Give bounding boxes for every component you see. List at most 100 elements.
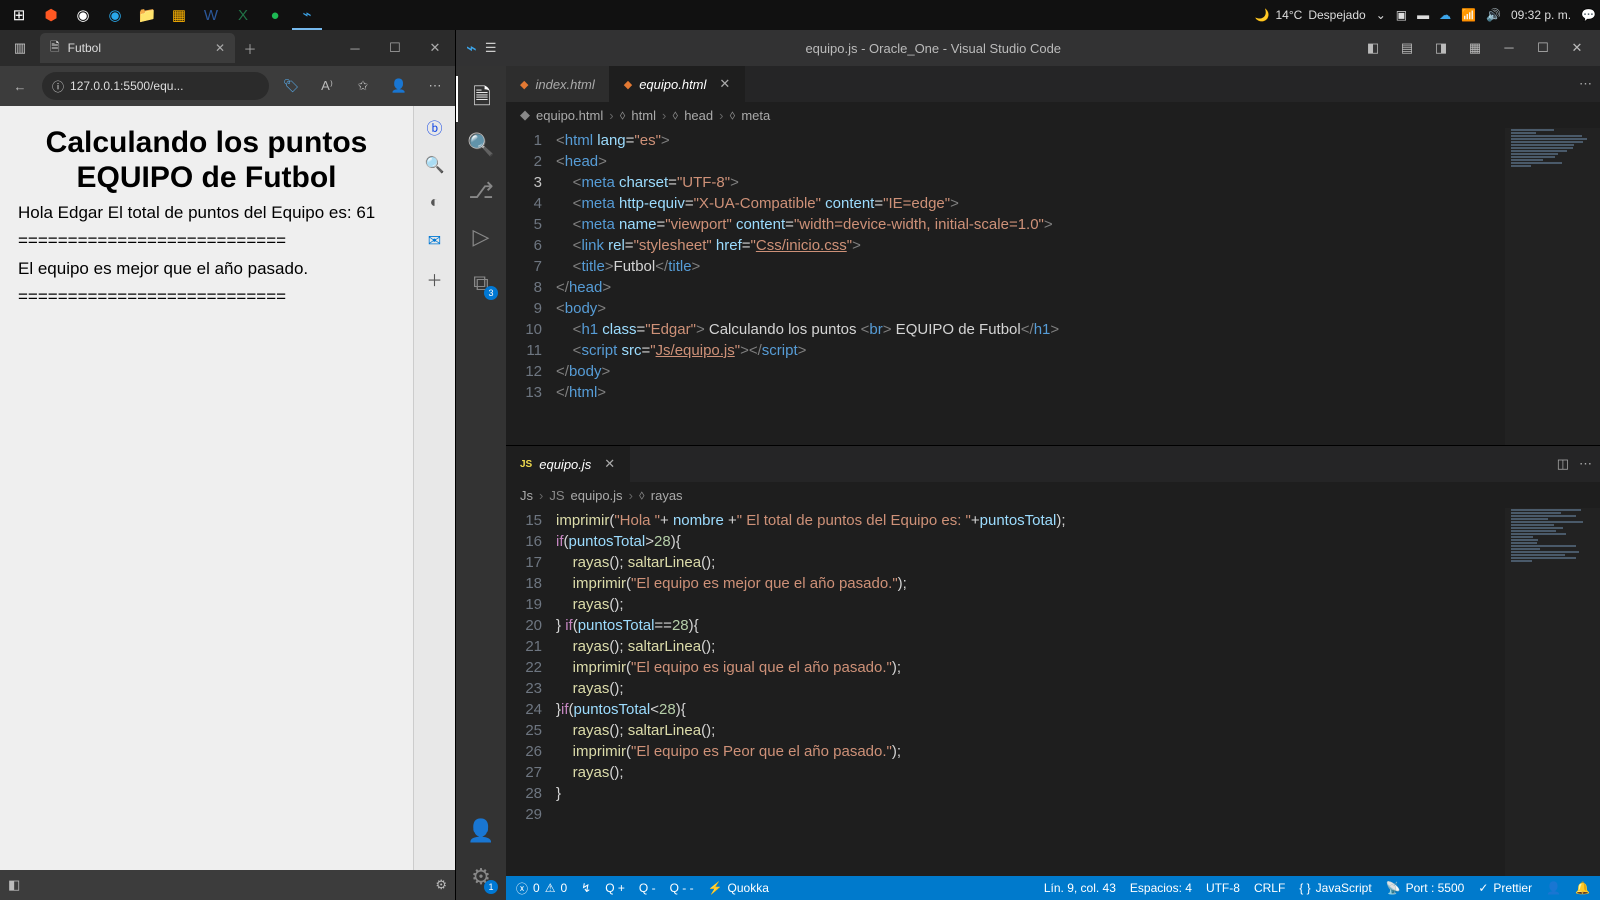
line-gutter: 12345678910111213	[506, 128, 556, 445]
search-icon[interactable]: 🔍	[418, 148, 452, 182]
taskbar: ⊞ ⬢ ◉ ◉ 📁 ▦ W X ● ⌁ 🌙 14°C Despejado ⌄ ▣…	[0, 0, 1600, 30]
error-icon: ⓧ	[516, 880, 528, 897]
sublime-icon[interactable]: ▦	[164, 0, 194, 30]
status-feedback-icon[interactable]: 👤	[1546, 881, 1561, 895]
minimap[interactable]	[1505, 508, 1600, 876]
tag-icon[interactable]: 🏷	[277, 72, 305, 100]
maximize-button[interactable]: ☐	[1530, 40, 1556, 56]
page-heading: Calculando los puntos EQUIPO de Futbol	[18, 126, 395, 195]
excel-icon[interactable]: X	[228, 0, 258, 30]
minimize-button[interactable]: ─	[1496, 40, 1522, 56]
more-icon[interactable]: ⋯	[421, 72, 449, 100]
onedrive-icon[interactable]: ☁	[1439, 8, 1451, 22]
favorite-icon[interactable]: ✩	[349, 72, 377, 100]
tray-icon[interactable]: ▣	[1396, 8, 1407, 22]
extensions-icon[interactable]: ⧉3	[456, 260, 506, 306]
window-title: equipo.js - Oracle_One - Visual Studio C…	[507, 41, 1361, 56]
status-position[interactable]: Lín. 9, col. 43	[1044, 881, 1116, 895]
maximize-button[interactable]: ☐	[375, 33, 415, 63]
spotify-icon[interactable]: ●	[260, 0, 290, 30]
status-q-minus[interactable]: Q -	[639, 881, 656, 895]
weather-widget[interactable]: 🌙 14°C Despejado	[1255, 8, 1366, 22]
tab-bar: ◆index.html◆ equipo.html ✕ ⋯	[506, 66, 1600, 102]
status-encoding[interactable]: UTF-8	[1206, 881, 1240, 895]
code-editor[interactable]: 151617181920212223242526272829 imprimir(…	[506, 508, 1600, 876]
edge-icon[interactable]: ◉	[100, 0, 130, 30]
minimap[interactable]	[1505, 128, 1600, 445]
new-tab-button[interactable]: ＋	[235, 39, 265, 58]
more-icon[interactable]: ⋯	[1579, 76, 1592, 92]
profile-icon[interactable]: 👤	[385, 72, 413, 100]
layout-icon[interactable]: ▦	[1462, 40, 1488, 56]
battery-icon[interactable]: ▬	[1417, 8, 1429, 22]
edge-window: ▥ 🗎 Futbol ✕ ＋ ─ ☐ ✕ ← ⓘ 127.0.0.1:5500/…	[0, 30, 456, 900]
layout-icon[interactable]: ◨	[1428, 40, 1454, 56]
status-q-dd[interactable]: Q - -	[670, 881, 694, 895]
status-bell-icon[interactable]: 🔔	[1575, 881, 1590, 895]
back-button[interactable]: ←	[6, 72, 34, 100]
status-q-plus[interactable]: Q +	[605, 881, 625, 895]
status-debug[interactable]: ↯	[581, 881, 591, 895]
breadcrumb[interactable]: Js›JS equipo.js›⬨ rayas	[506, 482, 1600, 508]
weather-temp: 14°C	[1276, 8, 1303, 22]
close-tab-icon[interactable]: ✕	[604, 456, 615, 472]
tabs-button[interactable]: ▥	[0, 40, 40, 56]
explorer-icon[interactable]: 📁	[132, 0, 162, 30]
layout-icon[interactable]: ▤	[1394, 40, 1420, 56]
browser-tab[interactable]: 🗎 Futbol ✕	[40, 33, 235, 63]
breadcrumb[interactable]: ◆ equipo.html›⬨ html›⬨ head›⬨ meta	[506, 102, 1600, 128]
bing-icon[interactable]: ⓑ	[418, 110, 452, 144]
start-button[interactable]: ⊞	[4, 0, 34, 30]
close-tab-icon[interactable]: ✕	[215, 41, 225, 55]
line-gutter: 151617181920212223242526272829	[506, 508, 556, 876]
settings-icon[interactable]: ⚙	[435, 877, 447, 893]
address-bar[interactable]: ⓘ 127.0.0.1:5500/equ...	[42, 72, 269, 100]
copilot-icon[interactable]: ◐	[418, 186, 452, 220]
layout-icon[interactable]: ◧	[1360, 40, 1386, 56]
close-tab-icon[interactable]: ✕	[719, 76, 730, 92]
html-file-icon: ◆	[520, 78, 528, 91]
account-icon[interactable]: 👤	[456, 808, 506, 854]
menu-button[interactable]: ☰	[485, 40, 497, 56]
wifi-icon[interactable]: 📶	[1461, 8, 1476, 22]
chrome-icon[interactable]: ◉	[68, 0, 98, 30]
outlook-icon[interactable]: ✉	[418, 224, 452, 258]
status-spaces[interactable]: Espacios: 4	[1130, 881, 1192, 895]
status-liveserver[interactable]: 📡Port : 5500	[1386, 881, 1465, 895]
code-editor[interactable]: 12345678910111213 <html lang="es"><head>…	[506, 128, 1600, 445]
minimize-button[interactable]: ─	[335, 33, 375, 63]
page-separator-2: ===========================	[18, 287, 395, 307]
run-debug-icon[interactable]: ▷	[456, 214, 506, 260]
search-icon[interactable]: 🔍	[456, 122, 506, 168]
status-bar: ⓧ0⚠0 ↯ Q + Q - Q - - ⚡Quokka Lín. 9, col…	[506, 876, 1600, 900]
vscode-icon[interactable]: ⌁	[292, 0, 322, 30]
split-icon[interactable]: ◫	[1557, 456, 1569, 472]
js-file-icon: JS	[520, 459, 532, 470]
brave-icon[interactable]: ⬢	[36, 0, 66, 30]
sidebar-toggle-icon[interactable]: ◧	[8, 877, 20, 893]
status-language[interactable]: { }JavaScript	[1299, 881, 1371, 895]
close-button[interactable]: ✕	[1564, 40, 1590, 56]
clock[interactable]: 09:32 p. m.	[1511, 8, 1571, 22]
editor-tab[interactable]: ◆equipo.html✕	[610, 66, 746, 102]
status-prettier[interactable]: ✓Prettier	[1478, 881, 1532, 895]
weather-desc: Despejado	[1308, 8, 1365, 22]
status-quokka[interactable]: ⚡Quokka	[708, 881, 769, 895]
editor-tab[interactable]: JSequipo.js✕	[506, 446, 630, 482]
source-control-icon[interactable]: ⎇	[456, 168, 506, 214]
editor-tab[interactable]: ◆index.html	[506, 66, 610, 102]
word-icon[interactable]: W	[196, 0, 226, 30]
notifications-icon[interactable]: 💬	[1581, 8, 1596, 22]
settings-icon[interactable]: ⚙1	[456, 854, 506, 900]
explorer-icon[interactable]: 🗎	[456, 76, 506, 122]
close-button[interactable]: ✕	[415, 33, 455, 63]
tab-label: equipo.html	[639, 77, 706, 92]
settings-badge: 1	[484, 880, 498, 894]
plus-icon[interactable]: ＋	[418, 262, 452, 296]
read-aloud-icon[interactable]: A⁾	[313, 72, 341, 100]
volume-icon[interactable]: 🔊	[1486, 8, 1501, 22]
chevron-down-icon[interactable]: ⌄	[1376, 8, 1386, 22]
status-eol[interactable]: CRLF	[1254, 881, 1285, 895]
status-problems[interactable]: ⓧ0⚠0	[516, 880, 567, 897]
more-icon[interactable]: ⋯	[1579, 456, 1592, 472]
